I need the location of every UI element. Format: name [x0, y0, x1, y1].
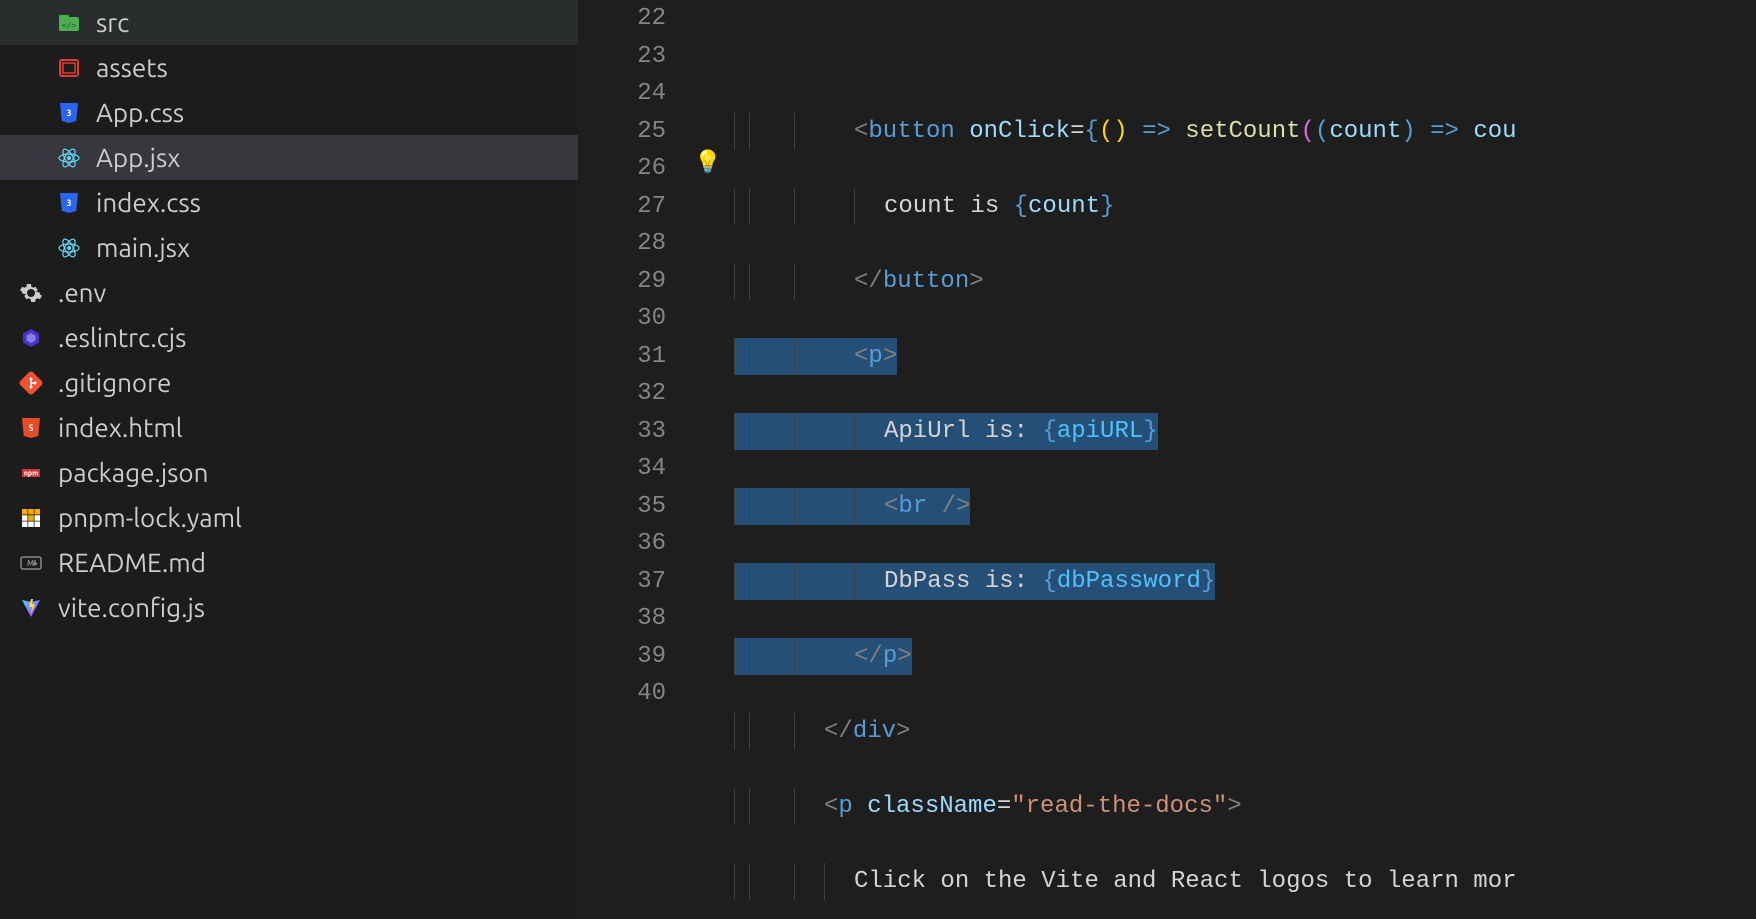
tree-file-index-css[interactable]: 3 index.css: [0, 180, 578, 225]
npm-icon: npm: [18, 460, 44, 486]
tree-item-label: App.css: [96, 98, 184, 127]
tree-file-app-css[interactable]: 3 App.css: [0, 90, 578, 135]
tree-file-gitignore[interactable]: .gitignore: [0, 360, 578, 405]
pnpm-icon: [18, 505, 44, 531]
code-line: </button>: [734, 263, 1756, 301]
vite-icon: [18, 595, 44, 621]
tree-file-package-json[interactable]: npm package.json: [0, 450, 578, 495]
tree-item-label: index.css: [96, 188, 201, 217]
tree-item-label: pnpm-lock.yaml: [58, 503, 242, 532]
css-icon: 3: [56, 190, 82, 216]
svg-text:npm: npm: [24, 469, 38, 477]
tree-item-label: src: [96, 8, 129, 37]
tree-file-env[interactable]: .env: [0, 270, 578, 315]
code-line: count is {count}: [734, 188, 1756, 226]
css-icon: 3: [56, 100, 82, 126]
react-icon: [56, 145, 82, 171]
gear-icon: [18, 280, 44, 306]
tree-item-label: .env: [58, 278, 106, 307]
code-line: </div>: [734, 713, 1756, 751]
tree-item-label: README.md: [58, 548, 206, 577]
tree-folder-assets[interactable]: assets: [0, 45, 578, 90]
code-line: <br />: [734, 488, 1756, 526]
react-icon: [56, 235, 82, 261]
tree-item-label: App.jsx: [96, 143, 180, 172]
tree-file-readme[interactable]: M README.md: [0, 540, 578, 585]
eslint-icon: [18, 325, 44, 351]
tree-item-label: index.html: [58, 413, 183, 442]
svg-text:3: 3: [66, 108, 71, 118]
tree-file-app-jsx[interactable]: App.jsx: [0, 135, 578, 180]
file-explorer: </> src assets 3 App.css App.jsx: [0, 0, 578, 919]
code-line: <button onClick={() => setCount((count) …: [734, 113, 1756, 151]
tree-file-index-html[interactable]: 5 index.html: [0, 405, 578, 450]
tree-file-main-jsx[interactable]: main.jsx: [0, 225, 578, 270]
code-line: [734, 38, 1756, 76]
code-editor[interactable]: 22 23 24 25 26 27 28 29 30 31 32 33 34 3…: [578, 0, 1756, 919]
code-line: <p className="read-the-docs">: [734, 788, 1756, 826]
tree-file-pnpm-lock[interactable]: pnpm-lock.yaml: [0, 495, 578, 540]
svg-text:5: 5: [28, 423, 33, 433]
line-gutter: 22 23 24 25 26 27 28 29 30 31 32 33 34 3…: [578, 0, 694, 919]
code-line: DbPass is: {dbPassword}: [734, 563, 1756, 601]
code-content[interactable]: <button onClick={() => setCount((count) …: [734, 0, 1756, 919]
code-line: <p>: [734, 338, 1756, 376]
folder-src-icon: </>: [56, 10, 82, 36]
code-line: </p>: [734, 638, 1756, 676]
lightbulb-icon[interactable]: 💡: [694, 150, 721, 176]
tree-item-label: vite.config.js: [58, 593, 205, 622]
tree-file-eslintrc[interactable]: .eslintrc.cjs: [0, 315, 578, 360]
tree-item-label: package.json: [58, 458, 209, 487]
folder-assets-icon: [56, 55, 82, 81]
tree-item-label: main.jsx: [96, 233, 190, 262]
tree-item-label: .eslintrc.cjs: [58, 323, 186, 352]
tree-item-label: .gitignore: [58, 368, 171, 397]
tree-file-vite-config[interactable]: vite.config.js: [0, 585, 578, 630]
git-icon: [18, 370, 44, 396]
svg-text:3: 3: [66, 198, 71, 208]
md-icon: M: [18, 550, 44, 576]
code-line: Click on the Vite and React logos to lea…: [734, 863, 1756, 901]
html-icon: 5: [18, 415, 44, 441]
code-line: ApiUrl is: {apiURL}: [734, 413, 1756, 451]
svg-text:</>: </>: [62, 21, 77, 30]
tree-folder-src[interactable]: </> src: [0, 0, 578, 45]
tree-item-label: assets: [96, 53, 168, 82]
